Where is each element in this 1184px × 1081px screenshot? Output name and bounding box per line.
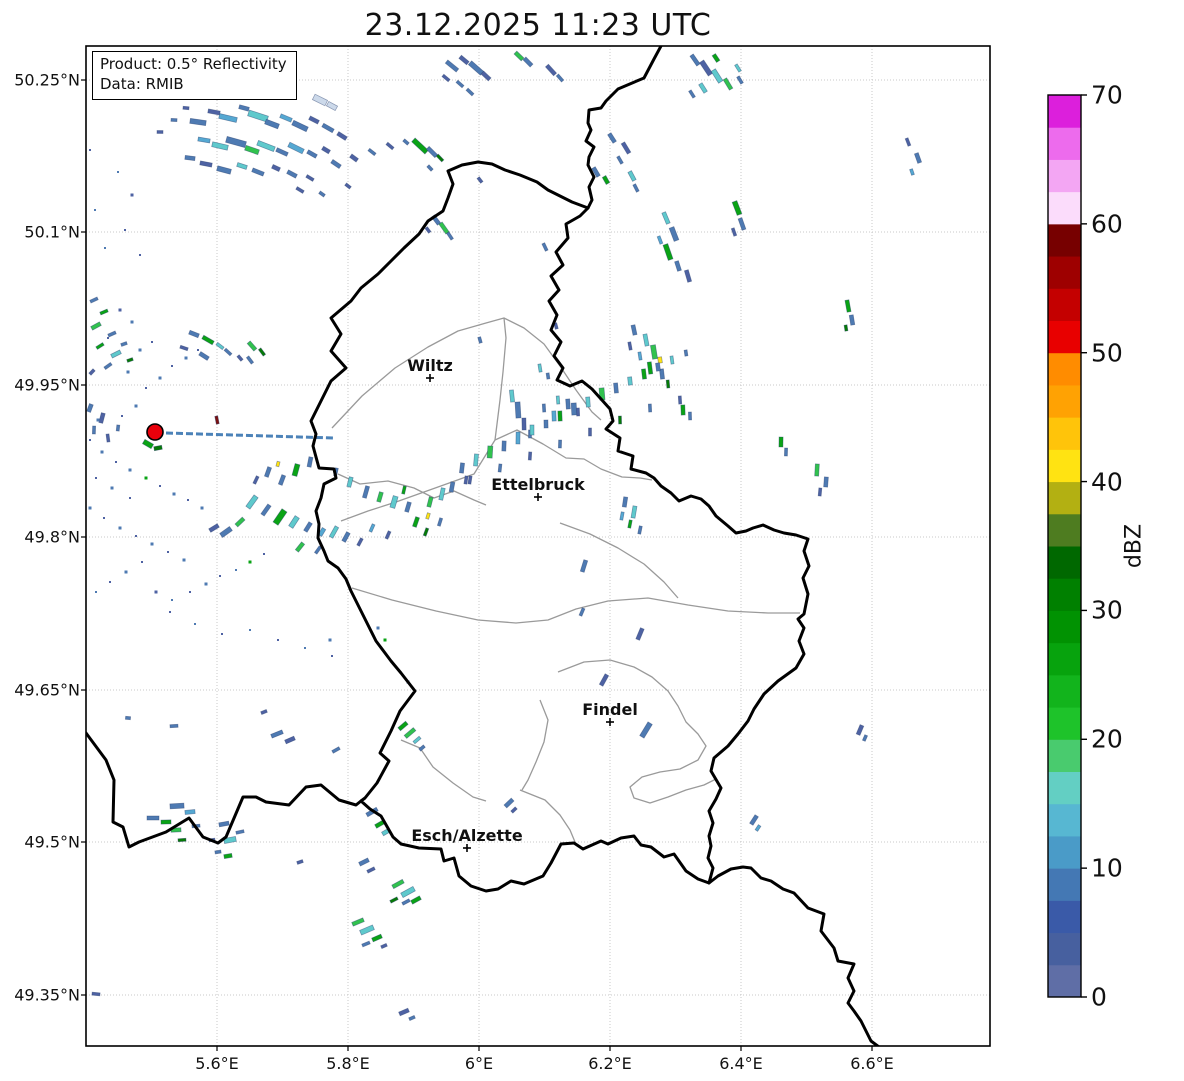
colorbar xyxy=(1047,94,1087,998)
colorbar-tick-label: 20 xyxy=(1091,724,1123,754)
city-label: Esch/Alzette xyxy=(411,826,523,845)
city-label: Ettelbruck xyxy=(491,475,585,494)
colorbar-tick-label: 50 xyxy=(1091,338,1123,368)
plot-background xyxy=(86,46,990,1046)
radar-weather-app: 23.12.2025 11:23 UTC Product: 0.5° Refle… xyxy=(0,0,1184,1081)
x-axis-tick-label: 5.8°E xyxy=(326,1054,370,1073)
y-axis-tick-label: 49.35°N xyxy=(14,985,80,1005)
x-axis-tick-label: 6.2°E xyxy=(588,1054,632,1073)
x-axis-tick-label: 6.4°E xyxy=(719,1054,763,1073)
y-axis-tick-label: 49.8°N xyxy=(24,527,80,547)
x-axis-tick-label: 5.6°E xyxy=(195,1054,239,1073)
radar-site-marker xyxy=(146,423,164,441)
colorbar-tick-label: 10 xyxy=(1091,853,1123,883)
colorbar-tick-label: 30 xyxy=(1091,595,1123,625)
y-axis-tick-label: 49.65°N xyxy=(14,680,80,700)
colorbar-tick-label: 0 xyxy=(1091,982,1107,1012)
product-info-line2: Data: RMIB xyxy=(100,74,184,93)
radar-map-canvas xyxy=(81,45,1087,1051)
x-axis-tick-label: 6.6°E xyxy=(850,1054,894,1073)
y-axis-tick-label: 49.95°N xyxy=(14,375,80,395)
product-info-line1: Product: 0.5° Reflectivity xyxy=(100,55,287,73)
colorbar-tick-label: 40 xyxy=(1091,467,1123,497)
x-axis-tick-label: 6°E xyxy=(464,1054,494,1073)
city-label: Findel xyxy=(582,700,638,719)
colorbar-tick-label: 70 xyxy=(1091,80,1123,110)
y-axis-tick-label: 50.25°N xyxy=(14,70,80,90)
y-axis-tick-label: 50.1°N xyxy=(24,222,80,242)
colorbar-tick-label: 60 xyxy=(1091,209,1123,239)
city-label: Wiltz xyxy=(407,356,453,375)
colorbar-unit-label: dBZ xyxy=(1121,523,1147,569)
y-axis-tick-label: 49.5°N xyxy=(24,832,80,852)
product-info-box: Product: 0.5° Reflectivity Data: RMIB xyxy=(92,51,297,100)
